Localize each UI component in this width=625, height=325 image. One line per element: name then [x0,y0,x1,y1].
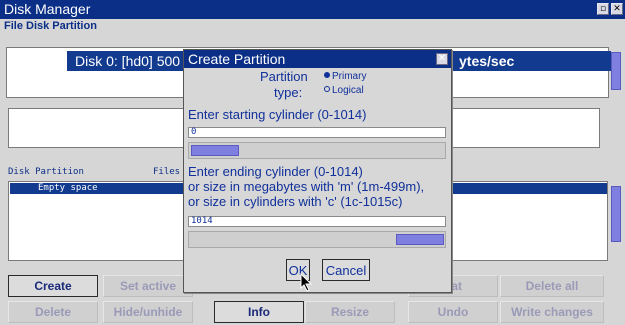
column-header-files[interactable]: Files [153,167,180,177]
minimize-button[interactable]: ▫ [597,3,609,15]
window-title: Disk Manager [4,1,91,17]
close-icon: ✕ [613,3,621,14]
partition-type-label: Partition [260,69,308,84]
menu-bar[interactable]: File Disk Partition [4,20,97,32]
mouse-pointer-icon [300,273,313,292]
radio-primary-label: Primary [332,71,367,82]
dialog-title: Create Partition [188,51,286,67]
hide-unhide-button[interactable]: Hide/unhide [103,301,193,323]
info-button[interactable]: Info [214,301,304,323]
radio-logical[interactable]: Logical [324,85,364,96]
minimize-icon: ▫ [599,3,607,14]
column-header-partition[interactable]: Disk Partition [8,167,84,177]
end-cylinder-label-2: or size in megabytes with 'm' (1m-499m), [188,179,425,194]
set-active-button[interactable]: Set active [103,275,193,297]
end-cylinder-label: Enter ending cylinder (0-1014) [188,164,363,179]
partition-type-label-2: type: [274,85,303,100]
radio-logical-label: Logical [332,85,364,96]
end-cylinder-slider[interactable] [188,231,446,248]
undo-button[interactable]: Undo [408,301,498,323]
resize-button[interactable]: Resize [305,301,395,323]
create-button[interactable]: Create [8,275,98,297]
delete-all-button[interactable]: Delete all [500,275,604,297]
radio-selected-icon [324,72,330,78]
dialog-close-button[interactable]: ✕ [436,53,448,65]
disk-list-scrollbar[interactable] [611,52,621,90]
start-cylinder-slider[interactable] [188,142,446,159]
partition-row-label: Empty space [38,183,98,193]
close-icon: ✕ [437,53,447,64]
disk-label: Disk 0: [hd0] 500 [75,53,181,69]
delete-button[interactable]: Delete [8,301,98,323]
dialog-title-bar[interactable]: Create Partition ✕ [184,50,451,68]
start-cylinder-input[interactable]: 0 [188,127,446,138]
write-changes-button[interactable]: Write changes [500,301,604,323]
start-cylinder-label: Enter starting cylinder (0-1014) [188,107,367,122]
cancel-button[interactable]: Cancel [322,259,370,281]
close-button[interactable]: ✕ [611,3,623,15]
end-cylinder-input[interactable]: 1014 [188,216,446,227]
partition-list-scrollbar[interactable] [611,186,621,242]
slider-thumb[interactable] [191,145,239,156]
radio-unselected-icon [324,86,330,92]
title-bar: Disk Manager ▫ ✕ [0,0,625,19]
create-partition-dialog: Create Partition ✕ Partition type: Prima… [183,49,452,293]
slider-thumb[interactable] [396,234,444,245]
disk-speed-text: ytes/sec [459,53,515,69]
end-cylinder-label-3: or size in cylinders with 'c' (1c-1015c) [188,194,403,209]
radio-primary[interactable]: Primary [324,71,366,82]
